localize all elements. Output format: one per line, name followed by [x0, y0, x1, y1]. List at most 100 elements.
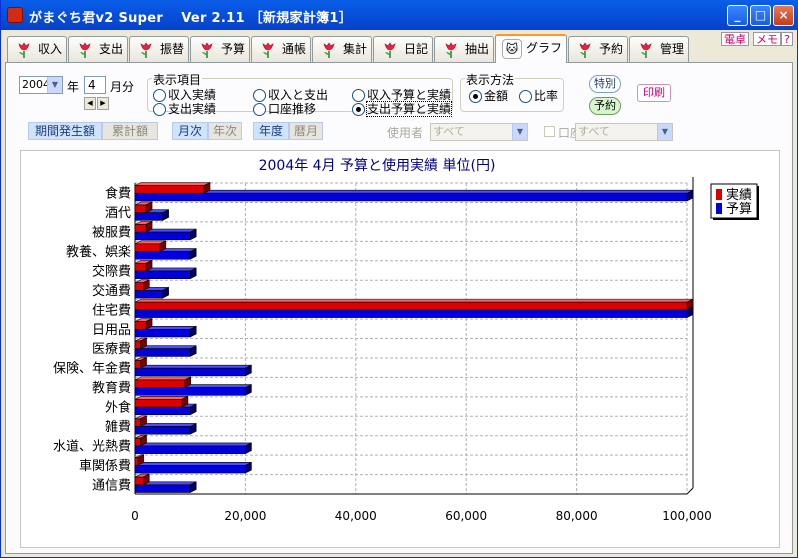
budget-actual-chart: 2004年 4月 予算と使用実績 単位(円) 0 20,000 40,000 60,00… [53, 157, 759, 523]
user-label: 使用者 [387, 126, 424, 140]
category-label: 住宅費 [92, 303, 131, 318]
legend-actual: 実績 [726, 187, 752, 203]
category-label: 医療費 [92, 342, 131, 357]
actual-bar [134, 395, 189, 408]
radio-amount[interactable]: 金額 [469, 90, 508, 103]
tab-admin[interactable]: 管理 [629, 36, 689, 62]
tab-transfer[interactable]: 振替 [129, 36, 189, 62]
cumulative-toggle[interactable]: 累計額 [102, 122, 158, 140]
calendar-month-toggle[interactable]: 暦月 [289, 122, 323, 140]
graph-panel: 2004 ▼ 年 4 月分 ◀ ▶ 表示項目 収入実績 支出実績 収入と支出 口座推移… [5, 62, 793, 554]
tulip-icon [323, 42, 335, 58]
actual-bar [134, 376, 191, 389]
radio-income-actual[interactable]: 収入実績 [153, 89, 216, 102]
tab-budget[interactable]: 予算 [190, 36, 250, 62]
fiscal-year-toggle[interactable]: 年度 [253, 122, 289, 140]
actual-bar [134, 473, 150, 486]
x-tick-label: 0 [131, 509, 139, 523]
tokubetsu-button[interactable]: 特別 [589, 75, 621, 93]
cat-icon: 🐱 [502, 39, 522, 59]
month-label: 月分 [110, 80, 135, 94]
category-label: 交際費 [92, 263, 131, 279]
tab-diary[interactable]: 日記 [373, 36, 433, 62]
category-label: 外食 [105, 400, 131, 416]
monthly-toggle[interactable]: 月次 [172, 122, 208, 140]
radio-ratio[interactable]: 比率 [519, 90, 558, 103]
radio-account-trend[interactable]: 口座推移 [253, 103, 316, 116]
yoyaku-button[interactable]: 予約 [589, 97, 621, 115]
actual-bar [134, 240, 167, 253]
category-label: 水道、光熱費 [53, 439, 131, 454]
actual-bar [134, 220, 153, 233]
tulip-icon [201, 42, 213, 58]
radio-expense-budget-actual[interactable]: 支出予算と実績 [352, 101, 453, 117]
title-bar[interactable]: がまぐち君v2 Super Ver 2.11 ［新規家計簿1］ _ □ × [1, 0, 798, 30]
help-button[interactable]: ? [781, 32, 793, 46]
chevron-down-icon: ▼ [512, 124, 527, 140]
category-label: 車関係費 [79, 459, 131, 474]
yearly-toggle[interactable]: 年次 [208, 122, 242, 140]
budget-bar [134, 442, 252, 455]
user-select[interactable]: すべて ▼ [430, 123, 528, 141]
memo-button[interactable]: メモ [753, 32, 781, 46]
tulip-icon [579, 42, 591, 58]
x-tick-label: 60,000 [445, 509, 487, 523]
tab-income[interactable]: 収入 [7, 36, 67, 62]
chart-title: 2004年 4月 予算と使用実績 単位(円) [259, 157, 496, 174]
tab-reservation[interactable]: 予約 [568, 36, 628, 62]
maximize-button[interactable]: □ [750, 5, 771, 26]
window-title: がまぐち君v2 Super Ver 2.11 ［新規家計簿1］ [29, 11, 353, 26]
tulip-icon [79, 42, 91, 58]
radio-expense-actual[interactable]: 支出実績 [153, 103, 216, 116]
year-label: 年 [67, 80, 80, 94]
account-checkbox[interactable] [544, 126, 555, 137]
chevron-down-icon: ▼ [657, 124, 672, 140]
main-tabs: 収入 支出 振替 予算 通帳 集計 日記 抽出 🐱 グラフ 予約 管理 [5, 34, 795, 63]
actual-bar [134, 279, 150, 291]
tab-extract[interactable]: 抽出 [434, 36, 494, 62]
month-input[interactable]: 4 [84, 76, 106, 94]
radio-income-expense[interactable]: 収入と支出 [253, 89, 328, 102]
tab-expense[interactable]: 支出 [68, 36, 128, 62]
radio-income-budget-actual[interactable]: 収入予算と実績 [352, 89, 451, 102]
budget-bar [134, 364, 252, 377]
account-select[interactable]: すべて ▼ [575, 123, 673, 141]
category-label: 保険、年金費 [53, 361, 131, 377]
category-label: 教育費 [92, 380, 131, 396]
legend-budget-swatch [716, 203, 722, 214]
tab-graph[interactable]: 🐱 グラフ [495, 34, 567, 63]
legend-actual-swatch [716, 189, 722, 200]
close-button[interactable]: × [773, 5, 794, 26]
tulip-icon [262, 42, 274, 58]
category-label: 食費 [105, 186, 131, 202]
app-window: がまぐち君v2 Super Ver 2.11 ［新規家計簿1］ _ □ × 電卓… [0, 0, 798, 558]
tab-summary[interactable]: 集計 [312, 36, 372, 62]
budget-bar [134, 345, 197, 357]
category-label: 酒代 [105, 206, 131, 221]
year-select[interactable]: 2004 ▼ [19, 76, 63, 94]
period-occur-toggle[interactable]: 期間発生額 [28, 122, 102, 140]
app-icon [7, 7, 23, 23]
print-button[interactable]: 印刷 [637, 84, 671, 102]
tulip-icon [140, 42, 152, 58]
x-tick-label: 40,000 [335, 509, 377, 523]
next-month-button[interactable]: ▶ [97, 97, 109, 110]
tulip-icon [640, 42, 652, 58]
dentaku-button[interactable]: 電卓 [721, 32, 749, 46]
arrow-left-icon: ◀ [87, 99, 93, 107]
category-label: 交通費 [92, 283, 131, 299]
actual-bar [134, 182, 211, 194]
tab-passbook[interactable]: 通帳 [251, 36, 311, 62]
tulip-icon [445, 42, 457, 58]
minimize-button[interactable]: _ [727, 5, 748, 26]
category-label: 教養、娯楽 [66, 244, 131, 260]
budget-bar [134, 461, 252, 474]
actual-bar [134, 318, 153, 330]
tulip-icon [384, 42, 396, 58]
x-tick-label: 20,000 [224, 509, 266, 523]
prev-month-button[interactable]: ◀ [84, 97, 96, 110]
chart-legend: 実績予算 [710, 183, 759, 220]
x-tick-label: 80,000 [556, 509, 598, 523]
actual-bar [134, 259, 153, 272]
legend-budget: 予算 [726, 202, 752, 217]
